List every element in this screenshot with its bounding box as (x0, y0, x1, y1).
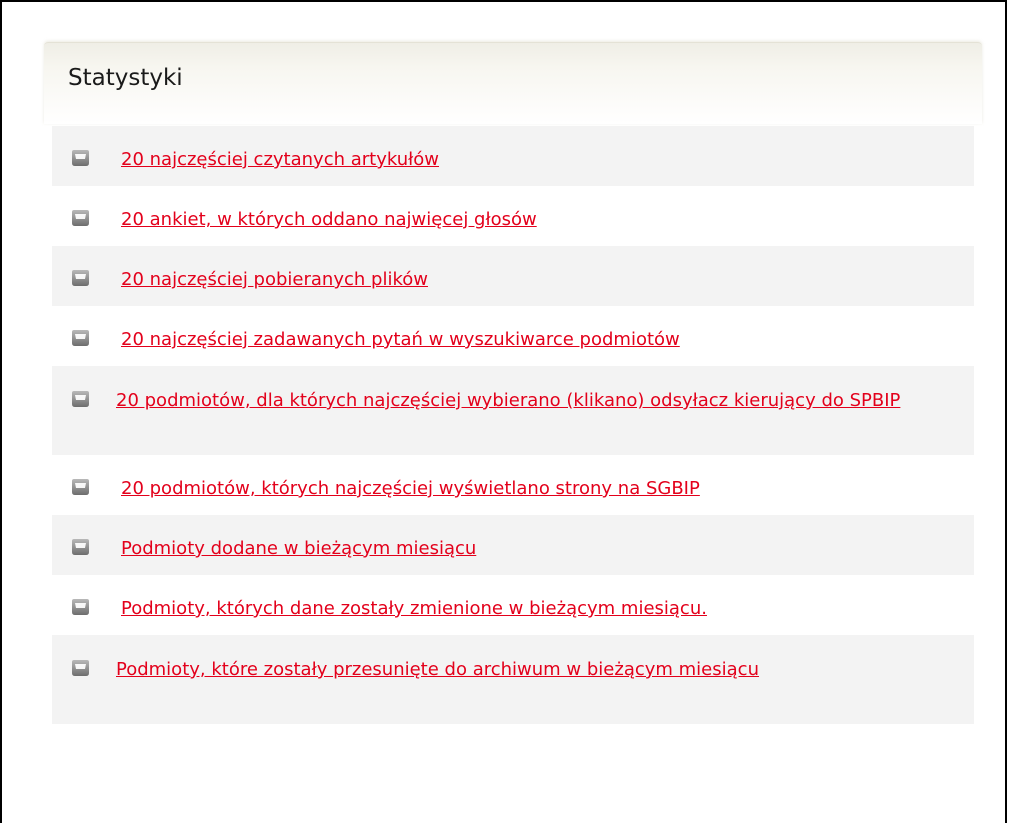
folder-bullet-icon (72, 539, 89, 555)
link-entities-changed-this-month[interactable]: Podmioty, których dane zostały zmienione… (121, 598, 707, 619)
panel-header: Statystyki (44, 42, 982, 124)
folder-bullet-icon (72, 391, 89, 407)
link-most-clicked-spbip-referrer[interactable]: 20 podmiotów, dla których najczęściej wy… (116, 390, 900, 411)
link-entities-added-this-month[interactable]: Podmioty dodane w bieżącym miesiącu (121, 538, 476, 559)
list-item: 20 najczęściej zadawanych pytań w wyszuk… (52, 306, 974, 366)
folder-bullet-icon (72, 150, 89, 166)
list-item: Podmioty, które zostały przesunięte do a… (52, 635, 974, 724)
statistics-list: 20 najczęściej czytanych artykułów 20 an… (52, 126, 974, 724)
folder-bullet-icon (72, 210, 89, 226)
folder-bullet-icon (72, 660, 89, 676)
list-item: 20 ankiet, w których oddano najwięcej gł… (52, 186, 974, 246)
link-top-voted-polls[interactable]: 20 ankiet, w których oddano najwięcej gł… (121, 209, 537, 230)
page-title: Statystyki (68, 65, 183, 91)
list-item: 20 najczęściej pobieranych plików (52, 246, 974, 306)
list-item: Podmioty dodane w bieżącym miesiącu (52, 515, 974, 575)
list-item: 20 podmiotów, których najczęściej wyświe… (52, 455, 974, 515)
list-item-wrap: 20 podmiotów, dla których najczęściej wy… (50, 390, 964, 412)
folder-bullet-icon (72, 330, 89, 346)
link-most-viewed-sgbip-pages[interactable]: 20 podmiotów, których najczęściej wyświe… (121, 478, 700, 499)
link-most-downloaded-files[interactable]: 20 najczęściej pobieranych plików (121, 269, 428, 290)
folder-bullet-icon (72, 599, 89, 615)
link-entities-archived-this-month[interactable]: Podmioty, które zostały przesunięte do a… (116, 659, 759, 680)
link-most-asked-search-questions[interactable]: 20 najczęściej zadawanych pytań w wyszuk… (121, 329, 680, 350)
list-item: 20 podmiotów, dla których najczęściej wy… (52, 366, 974, 455)
link-most-read-articles[interactable]: 20 najczęściej czytanych artykułów (121, 149, 439, 170)
folder-bullet-icon (72, 479, 89, 495)
folder-bullet-icon (72, 270, 89, 286)
list-item: 20 najczęściej czytanych artykułów (52, 126, 974, 186)
list-item: Podmioty, których dane zostały zmienione… (52, 575, 974, 635)
window-frame: Statystyki 20 najczęściej czytanych arty… (0, 0, 1007, 823)
list-item-wrap: Podmioty, które zostały przesunięte do a… (50, 659, 964, 681)
